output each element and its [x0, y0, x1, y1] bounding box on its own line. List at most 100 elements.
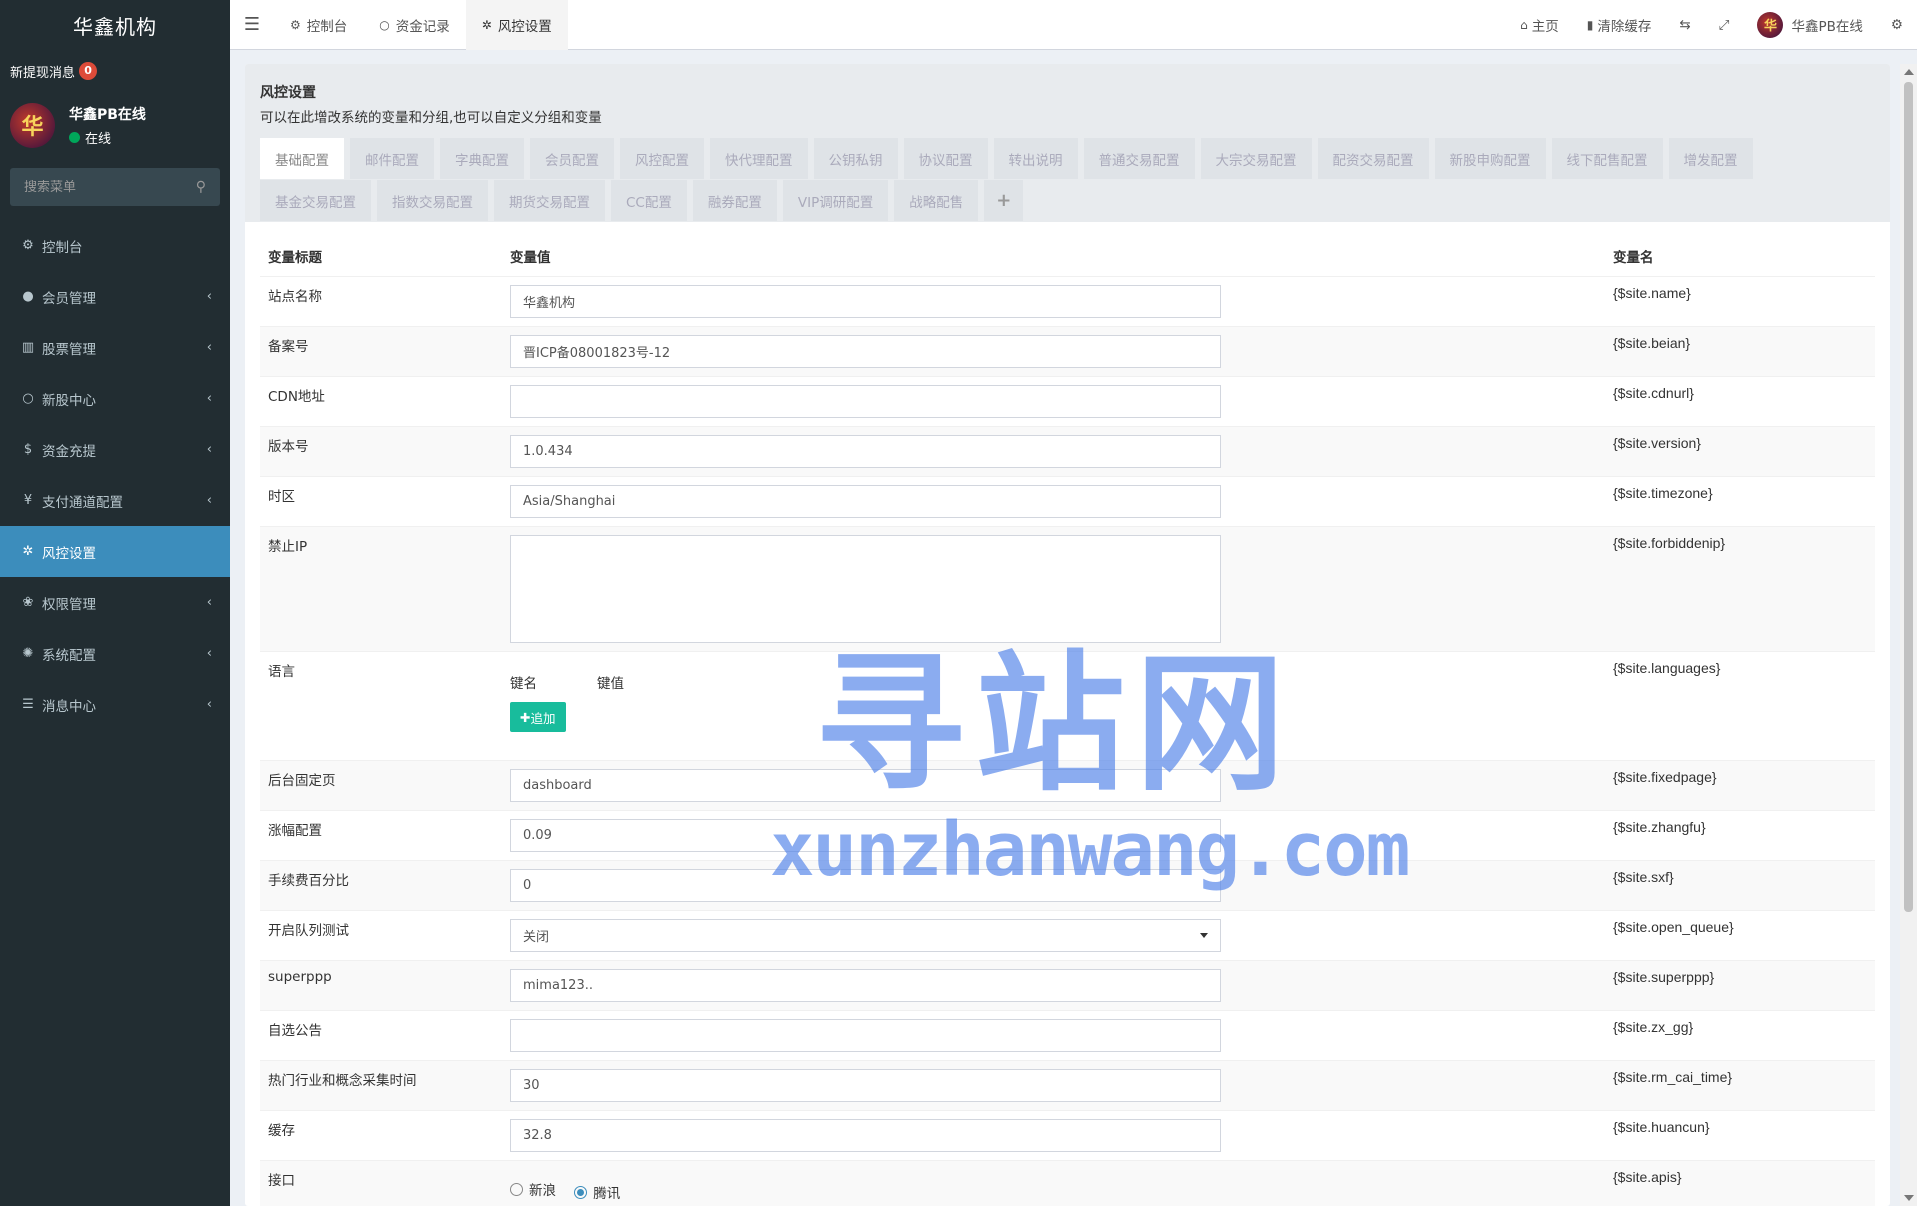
row-title: superppp — [260, 960, 502, 1011]
tab-fund-records[interactable]: ○ 资金记录 — [363, 0, 465, 50]
dollar-icon: $ — [23, 442, 33, 457]
config-tab[interactable]: CC配置 — [611, 180, 687, 221]
value-label: 键值 — [597, 676, 624, 692]
sidebar-item-payment[interactable]: ¥ 支付通道配置 ‹ — [0, 475, 230, 526]
var-name: {$site.huancun} — [1605, 1110, 1875, 1161]
sidebar-item-ipo[interactable]: ○ 新股中心 ‹ — [0, 373, 230, 424]
table-row: 站点名称 华鑫机构 {$site.name} — [260, 276, 1875, 327]
config-tab[interactable]: 普通交易配置 — [1083, 138, 1195, 179]
radio-checked-icon — [574, 1185, 588, 1199]
row-title: 涨幅配置 — [260, 810, 502, 861]
sidebar-item-dashboard[interactable]: ⚙ 控制台 — [0, 220, 230, 271]
config-tab[interactable]: 快代理配置 — [710, 138, 808, 179]
sidebar-item-stocks[interactable]: ▥ 股票管理 ‹ — [0, 322, 230, 373]
sidebar-item-members[interactable]: ● 会员管理 ‹ — [0, 271, 230, 322]
version-field[interactable]: 1.0.434 — [510, 435, 1221, 468]
config-tab[interactable]: 协议配置 — [903, 138, 988, 179]
column-header-name: 变量名 — [1605, 236, 1875, 277]
beian-field[interactable]: 晋ICP备08001823号-12 — [510, 335, 1221, 368]
sidebar-item-risk[interactable]: ✲ 风控设置 — [0, 526, 230, 577]
table-row: 接口 新浪 腾讯 {$site.apis} — [260, 1160, 1875, 1206]
fullscreen-icon[interactable]: ⤢ — [1705, 17, 1744, 33]
gear-icon: ✲ — [22, 544, 34, 559]
collect-time-field[interactable]: 30 — [510, 1069, 1221, 1102]
tab-label: 控制台 — [306, 18, 348, 35]
key-label: 键名 — [510, 676, 537, 692]
settings-icon[interactable]: ⚙ — [1877, 17, 1917, 33]
row-title: 禁止IP — [260, 526, 502, 652]
row-title: 后台固定页 — [260, 760, 502, 811]
config-tab[interactable]: 融券配置 — [692, 180, 777, 221]
config-tab[interactable]: 配资交易配置 — [1317, 138, 1429, 179]
cdn-url-field[interactable] — [510, 385, 1221, 418]
scroll-thumb[interactable] — [1904, 82, 1913, 912]
config-tab[interactable]: 期货交易配置 — [494, 180, 605, 221]
var-name: {$site.beian} — [1605, 326, 1875, 377]
forbidden-ip-textarea[interactable] — [510, 535, 1221, 643]
scroll-down-icon[interactable] — [1904, 1195, 1914, 1201]
config-tab[interactable]: 风控配置 — [620, 138, 704, 179]
config-tab[interactable]: 增发配置 — [1668, 138, 1753, 179]
radio-sina[interactable]: 新浪 — [510, 1179, 556, 1199]
var-name: {$site.superppp} — [1605, 960, 1875, 1011]
row-title: 开启队列测试 — [260, 910, 502, 961]
clear-cache-label: 清除缓存 — [1597, 18, 1652, 35]
chevron-left-icon: ‹ — [206, 646, 212, 661]
column-header-title: 变量标题 — [260, 236, 502, 277]
append-button[interactable]: ✚ 追加 — [510, 702, 566, 732]
page-scrollbar[interactable] — [1900, 64, 1917, 1206]
config-tab[interactable]: 基金交易配置 — [260, 180, 371, 221]
config-tab[interactable]: 指数交易配置 — [377, 180, 488, 221]
search-icon[interactable]: ⚲ — [196, 179, 206, 195]
timezone-field[interactable]: Asia/Shanghai — [510, 485, 1221, 518]
add-tab-icon[interactable]: + — [984, 180, 1024, 221]
tab-dashboard[interactable]: ⚙ 控制台 — [274, 0, 363, 50]
chevron-left-icon: ‹ — [206, 340, 212, 355]
withdraw-notice[interactable]: 新提现消息 0 — [0, 50, 230, 92]
table-row: 备案号 晋ICP备08001823号-12 {$site.beian} — [260, 326, 1875, 377]
site-name-field[interactable]: 华鑫机构 — [510, 285, 1221, 318]
sidebar-item-system[interactable]: ✺ 系统配置 ‹ — [0, 628, 230, 679]
config-tab[interactable]: 公钥私钥 — [813, 138, 898, 179]
config-tab[interactable]: 大宗交易配置 — [1200, 138, 1312, 179]
var-name: {$site.name} — [1605, 276, 1875, 327]
table-row: CDN地址 {$site.cdnurl} — [260, 376, 1875, 427]
sidebar-item-messages[interactable]: ☰ 消息中心 ‹ — [0, 679, 230, 730]
caret-down-icon — [1200, 933, 1208, 938]
tab-risk-settings[interactable]: ✲ 风控设置 — [465, 0, 568, 50]
config-tab[interactable]: 邮件配置 — [350, 138, 434, 179]
zhangfu-field[interactable]: 0.09 — [510, 819, 1221, 852]
menu-search-input[interactable] — [24, 179, 174, 195]
fixed-page-field[interactable]: dashboard — [510, 769, 1221, 802]
config-tab[interactable]: VIP调研配置 — [782, 180, 889, 221]
var-name: {$site.zhangfu} — [1605, 810, 1875, 861]
circle-icon: ○ — [22, 391, 34, 406]
config-tab[interactable]: 线下配售配置 — [1551, 138, 1663, 179]
fee-percent-field[interactable]: 0 — [510, 869, 1221, 902]
var-name: {$site.zx_gg} — [1605, 1010, 1875, 1061]
open-queue-select[interactable]: 关闭 — [510, 919, 1221, 952]
clear-cache-button[interactable]: ▮ 清除缓存 — [1573, 15, 1666, 35]
superppp-field[interactable]: mima123.. — [510, 969, 1221, 1002]
watchlist-notice-field[interactable] — [510, 1019, 1221, 1052]
var-name: {$site.fixedpage} — [1605, 760, 1875, 811]
config-tab[interactable]: 会员配置 — [530, 138, 614, 179]
sidebar-item-auth[interactable]: ❀ 权限管理 ‹ — [0, 577, 230, 628]
home-link[interactable]: ⌂ 主页 — [1506, 15, 1573, 35]
app-logo[interactable]: 华鑫机构 — [0, 0, 230, 50]
config-tab[interactable]: 战略配售 — [894, 180, 979, 221]
sidebar-item-funds[interactable]: $ 资金充提 ‹ — [0, 424, 230, 475]
config-tab[interactable]: 基础配置 — [260, 138, 344, 179]
row-title: 热门行业和概念采集时间 — [260, 1060, 502, 1111]
radio-tencent[interactable]: 腾讯 — [574, 1182, 620, 1202]
translate-icon[interactable]: ⇆ — [1665, 17, 1704, 33]
config-tab[interactable]: 转出说明 — [993, 138, 1078, 179]
config-tab[interactable]: 字典配置 — [440, 138, 524, 179]
var-name: {$site.sxf} — [1605, 860, 1875, 911]
config-tab[interactable]: 新股申购配置 — [1434, 138, 1546, 179]
scroll-up-icon[interactable] — [1904, 69, 1914, 75]
menu-toggle-icon[interactable]: ☰ — [230, 14, 274, 35]
radio-label: 新浪 — [529, 1183, 556, 1199]
user-menu[interactable]: 华 华鑫PB在线 — [1743, 11, 1876, 38]
cache-field[interactable]: 32.8 — [510, 1119, 1221, 1152]
